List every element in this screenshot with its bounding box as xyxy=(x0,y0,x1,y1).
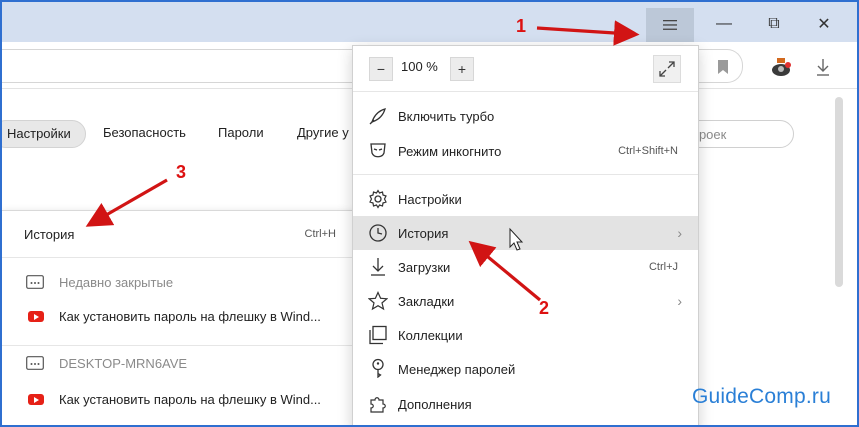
annotation-number-2: 2 xyxy=(539,298,550,318)
annotation-arrow-2 xyxy=(468,240,542,302)
annotation-arrows xyxy=(85,20,640,302)
screenshot-frame: — ⧉ ✕ Настройки Безопасность Пароли Друг… xyxy=(0,0,859,427)
watermark-suffix: .ru xyxy=(805,385,831,408)
annotation-number-1: 1 xyxy=(516,16,527,36)
browser-window: — ⧉ ✕ Настройки Безопасность Пароли Друг… xyxy=(2,2,857,425)
annotation-arrow-3 xyxy=(85,178,168,227)
annotation-number-3: 3 xyxy=(176,162,187,182)
watermark: GuideComp.ru xyxy=(692,385,831,409)
annotation-arrow-1 xyxy=(536,20,640,46)
watermark-text: GuideComp xyxy=(692,385,806,408)
cursor-icon xyxy=(509,227,524,251)
